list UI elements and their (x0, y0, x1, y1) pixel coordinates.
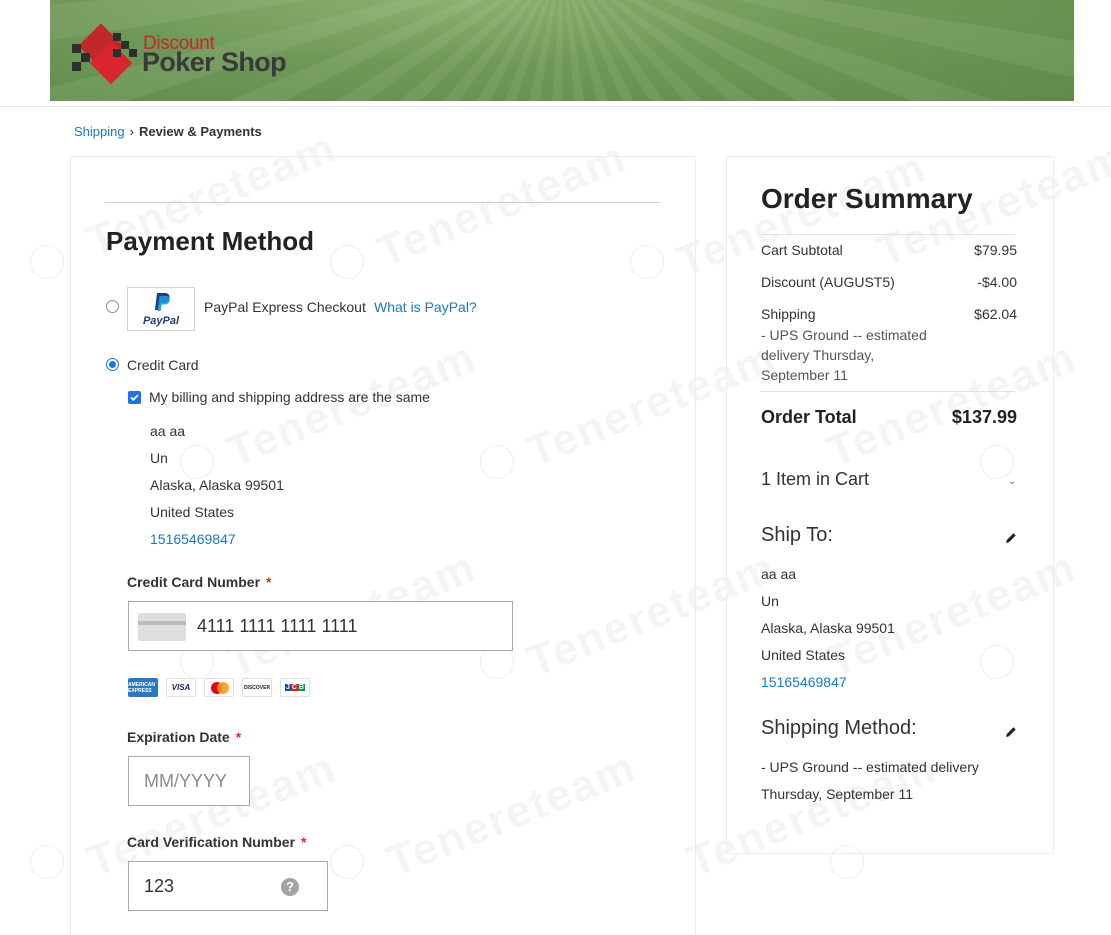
site-logo[interactable]: Discount Poker Shop (68, 20, 318, 90)
shipping-method-line: Thursday, September 11 (761, 786, 914, 802)
expiration-label: Expiration Date * (127, 729, 241, 745)
mastercard-icon (204, 678, 234, 697)
amex-icon: AMERICAN EXPRESS (128, 678, 158, 697)
required-marker: * (235, 729, 242, 745)
discover-icon: DISCOVER (242, 678, 272, 697)
subtotal-value: $79.95 (974, 242, 1017, 258)
breadcrumb-separator: › (129, 124, 134, 139)
logo-text-poker-shop: Poker Shop (142, 47, 287, 77)
shipping-label: Shipping (761, 306, 816, 322)
required-marker: * (301, 834, 307, 850)
paypal-icon (155, 293, 170, 311)
order-total-label: Order Total (761, 407, 857, 427)
shipping-desc-line: - UPS Ground -- estimated (761, 327, 927, 343)
breadcrumb: Shipping › Review & Payments (74, 124, 262, 139)
billing-country: United States (150, 504, 235, 520)
header-divider (0, 106, 1111, 107)
cvv-input[interactable]: 123 ? (128, 861, 328, 911)
ship-to-phone-link[interactable]: 15165469847 (761, 674, 847, 690)
discount-value: -$4.00 (977, 274, 1017, 290)
edit-pencil-icon[interactable] (1004, 531, 1018, 545)
shipping-row: Shipping $62.04 (761, 306, 1017, 322)
paypal-option-label[interactable]: PayPal Express Checkout (204, 299, 366, 315)
shipping-method-title: Shipping Method: (761, 717, 917, 739)
poker-diamond-logo-icon (72, 23, 137, 85)
payment-divider (105, 202, 660, 203)
header-banner: Discount Poker Shop (50, 0, 1074, 101)
same-address-checkbox[interactable] (128, 391, 141, 404)
credit-card-icon (138, 613, 186, 641)
same-address-label[interactable]: My billing and shipping address are the … (149, 389, 430, 405)
discount-label: Discount (AUGUST5) (761, 274, 895, 290)
required-marker: * (266, 574, 272, 590)
order-total-row: Order Total $137.99 (761, 407, 1017, 428)
chevron-down-icon[interactable]: ⌄ (1008, 476, 1016, 487)
order-total-value: $137.99 (951, 407, 1017, 427)
shipping-value: $62.04 (974, 306, 1017, 322)
ship-to-country: United States (761, 647, 846, 663)
shipping-desc-line: delivery Thursday, (761, 347, 875, 363)
edit-pencil-icon[interactable] (1004, 725, 1018, 739)
card-number-input[interactable]: 4111 1111 1111 1111 (128, 601, 513, 651)
card-number-value: 4111 1111 1111 1111 (197, 616, 358, 636)
credit-card-radio[interactable] (106, 358, 119, 371)
billing-name: aa aa (150, 423, 186, 439)
question-mark-icon[interactable]: ? (281, 878, 299, 896)
summary-divider (761, 234, 1015, 235)
order-summary-panel (726, 156, 1054, 854)
checkmark-icon (130, 394, 139, 402)
expiration-input[interactable]: MM/YYYY (128, 756, 250, 806)
billing-phone-link[interactable]: 15165469847 (150, 531, 236, 547)
discount-row: Discount (AUGUST5) -$4.00 (761, 274, 1017, 290)
what-is-paypal-link[interactable]: What is PayPal? (374, 299, 477, 315)
cvv-value: 123 (144, 876, 175, 896)
paypal-logo: PayPal (127, 287, 195, 331)
subtotal-row: Cart Subtotal $79.95 (761, 242, 1017, 258)
shipping-description: - UPS Ground -- estimated delivery Thurs… (761, 325, 946, 385)
expiration-label-text: Expiration Date (127, 729, 230, 745)
payment-method-title: Payment Method (106, 226, 315, 256)
credit-card-option-label[interactable]: Credit Card (127, 357, 199, 373)
order-summary-title: Order Summary (761, 183, 973, 214)
expiration-placeholder: MM/YYYY (144, 771, 228, 791)
ship-to-title: Ship To: (761, 524, 833, 546)
card-number-label: Credit Card Number * (127, 574, 271, 590)
cvv-label: Card Verification Number * (127, 834, 307, 850)
cvv-label-text: Card Verification Number (127, 834, 296, 850)
jcb-icon: JCB (280, 678, 310, 697)
items-in-cart-toggle[interactable]: 1 Item in Cart (761, 469, 869, 490)
paypal-logo-text: PayPal (142, 315, 180, 327)
shipping-method-line: - UPS Ground -- estimated delivery (761, 759, 979, 775)
visa-icon: VISA (166, 678, 196, 697)
ship-to-city-region-zip: Alaska, Alaska 99501 (761, 620, 895, 636)
watermark-seal-icon (30, 245, 64, 279)
shipping-desc-line: September 11 (761, 367, 848, 383)
paypal-radio[interactable] (106, 300, 119, 313)
billing-city-region-zip: Alaska, Alaska 99501 (150, 477, 284, 493)
ship-to-name: aa aa (761, 566, 797, 582)
accepted-cards: AMERICAN EXPRESS VISA DISCOVER JCB (128, 678, 310, 697)
subtotal-label: Cart Subtotal (761, 242, 843, 258)
card-number-label-text: Credit Card Number (127, 574, 261, 590)
breadcrumb-shipping-link[interactable]: Shipping (74, 124, 125, 139)
ship-to-street: Un (761, 593, 779, 609)
billing-street: Un (150, 450, 168, 466)
summary-divider (761, 391, 1015, 392)
breadcrumb-current: Review & Payments (138, 124, 262, 139)
watermark-seal-icon (30, 845, 64, 879)
